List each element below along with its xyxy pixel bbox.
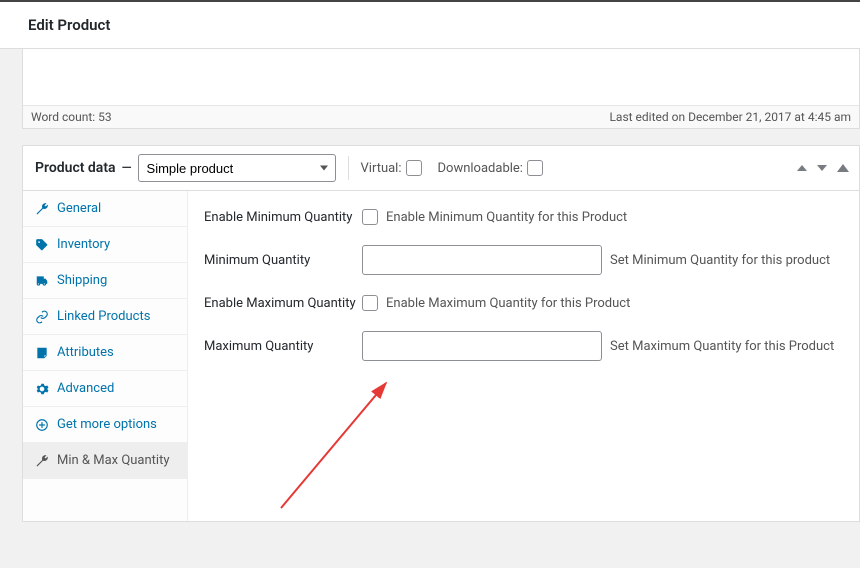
tab-label: Attributes (57, 345, 114, 360)
tab-inventory[interactable]: Inventory (23, 227, 187, 263)
metabox-controls (797, 164, 849, 172)
product-type-select[interactable]: Simple product (138, 154, 336, 182)
min-qty-desc: Set Minimum Quantity for this product (610, 253, 830, 268)
tab-label: Get more options (57, 417, 157, 432)
tag-icon (35, 238, 49, 252)
note-icon (35, 346, 49, 360)
gear-icon (35, 382, 49, 396)
move-up-icon[interactable] (797, 165, 807, 171)
link-icon (35, 310, 49, 324)
page-title: Edit Product (28, 16, 110, 34)
product-tabs: General Inventory Shipping Linked Produc… (23, 191, 188, 521)
enable-max-checkbox[interactable] (362, 295, 378, 311)
min-qty-row: Minimum Quantity Set Minimum Quantity fo… (204, 245, 843, 275)
downloadable-option: Downloadable: (438, 160, 543, 176)
wrench-icon (35, 454, 49, 468)
tab-min-max-quantity[interactable]: Min & Max Quantity (23, 443, 187, 479)
header-separator (348, 156, 349, 180)
tab-general[interactable]: General (23, 191, 187, 227)
page-header: Edit Product (0, 0, 860, 49)
min-qty-label: Minimum Quantity (204, 253, 362, 268)
max-qty-desc: Set Maximum Quantity for this Product (610, 339, 834, 354)
tab-label: Inventory (57, 237, 110, 252)
enable-min-label: Enable Minimum Quantity (204, 210, 362, 225)
virtual-label: Virtual: (361, 161, 402, 176)
enable-max-row: Enable Maximum Quantity Enable Maximum Q… (204, 295, 843, 311)
min-qty-input[interactable] (362, 245, 602, 275)
plus-icon (35, 418, 49, 432)
tab-label: Advanced (57, 381, 114, 396)
enable-max-desc: Enable Maximum Quantity for this Product (386, 296, 630, 311)
word-count: Word count: 53 (31, 110, 112, 124)
wrench-icon (35, 202, 49, 216)
product-data-metabox: Product data — Simple product Virtual: D… (22, 145, 860, 522)
tab-shipping[interactable]: Shipping (23, 263, 187, 299)
tab-get-more[interactable]: Get more options (23, 407, 187, 443)
tab-advanced[interactable]: Advanced (23, 371, 187, 407)
metabox-dash: — (122, 161, 132, 176)
tab-label: Linked Products (57, 309, 150, 324)
tab-label: Min & Max Quantity (57, 453, 170, 468)
move-down-icon[interactable] (817, 165, 827, 171)
enable-min-checkbox[interactable] (362, 209, 378, 225)
max-qty-input[interactable] (362, 331, 602, 361)
enable-min-desc: Enable Minimum Quantity for this Product (386, 210, 627, 225)
tab-linked-products[interactable]: Linked Products (23, 299, 187, 335)
last-edited: Last edited on December 21, 2017 at 4:45… (609, 110, 851, 124)
tab-content: Enable Minimum Quantity Enable Minimum Q… (188, 191, 859, 521)
truck-icon (35, 274, 49, 288)
max-qty-row: Maximum Quantity Set Maximum Quantity fo… (204, 331, 843, 361)
collapse-icon[interactable] (837, 164, 849, 172)
downloadable-checkbox[interactable] (527, 160, 543, 176)
enable-max-label: Enable Maximum Quantity (204, 296, 362, 311)
editor-blank (22, 49, 860, 105)
tab-label: Shipping (57, 273, 107, 288)
metabox-title: Product data (35, 160, 116, 176)
downloadable-label: Downloadable: (438, 161, 523, 176)
tab-label: General (57, 201, 101, 216)
enable-min-row: Enable Minimum Quantity Enable Minimum Q… (204, 209, 843, 225)
metabox-header: Product data — Simple product Virtual: D… (23, 146, 859, 191)
metabox-body: General Inventory Shipping Linked Produc… (23, 191, 859, 521)
virtual-checkbox[interactable] (406, 160, 422, 176)
status-bar: Word count: 53 Last edited on December 2… (22, 105, 860, 129)
tab-attributes[interactable]: Attributes (23, 335, 187, 371)
product-type-select-wrap: Simple product (138, 154, 336, 182)
annotation-arrow-icon (276, 373, 406, 513)
max-qty-label: Maximum Quantity (204, 339, 362, 354)
virtual-option: Virtual: (361, 160, 422, 176)
